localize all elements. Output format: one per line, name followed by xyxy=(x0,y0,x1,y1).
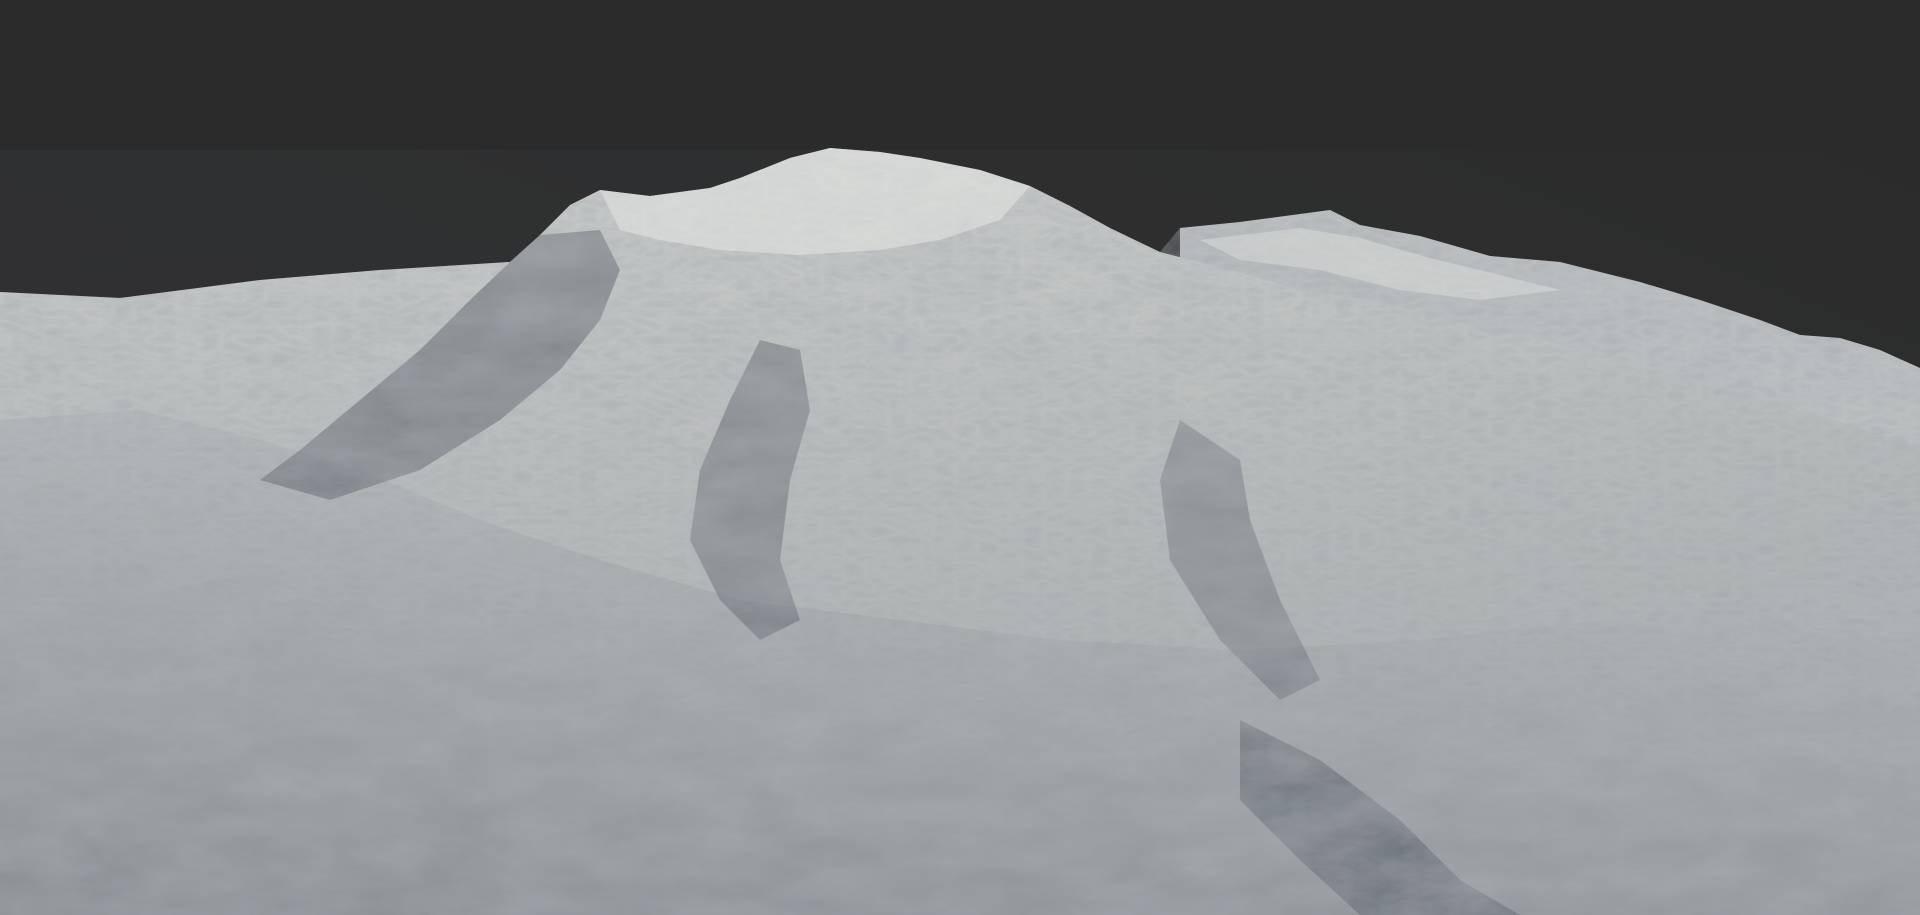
terrain-render xyxy=(0,0,1920,915)
render-viewport xyxy=(0,0,1920,915)
